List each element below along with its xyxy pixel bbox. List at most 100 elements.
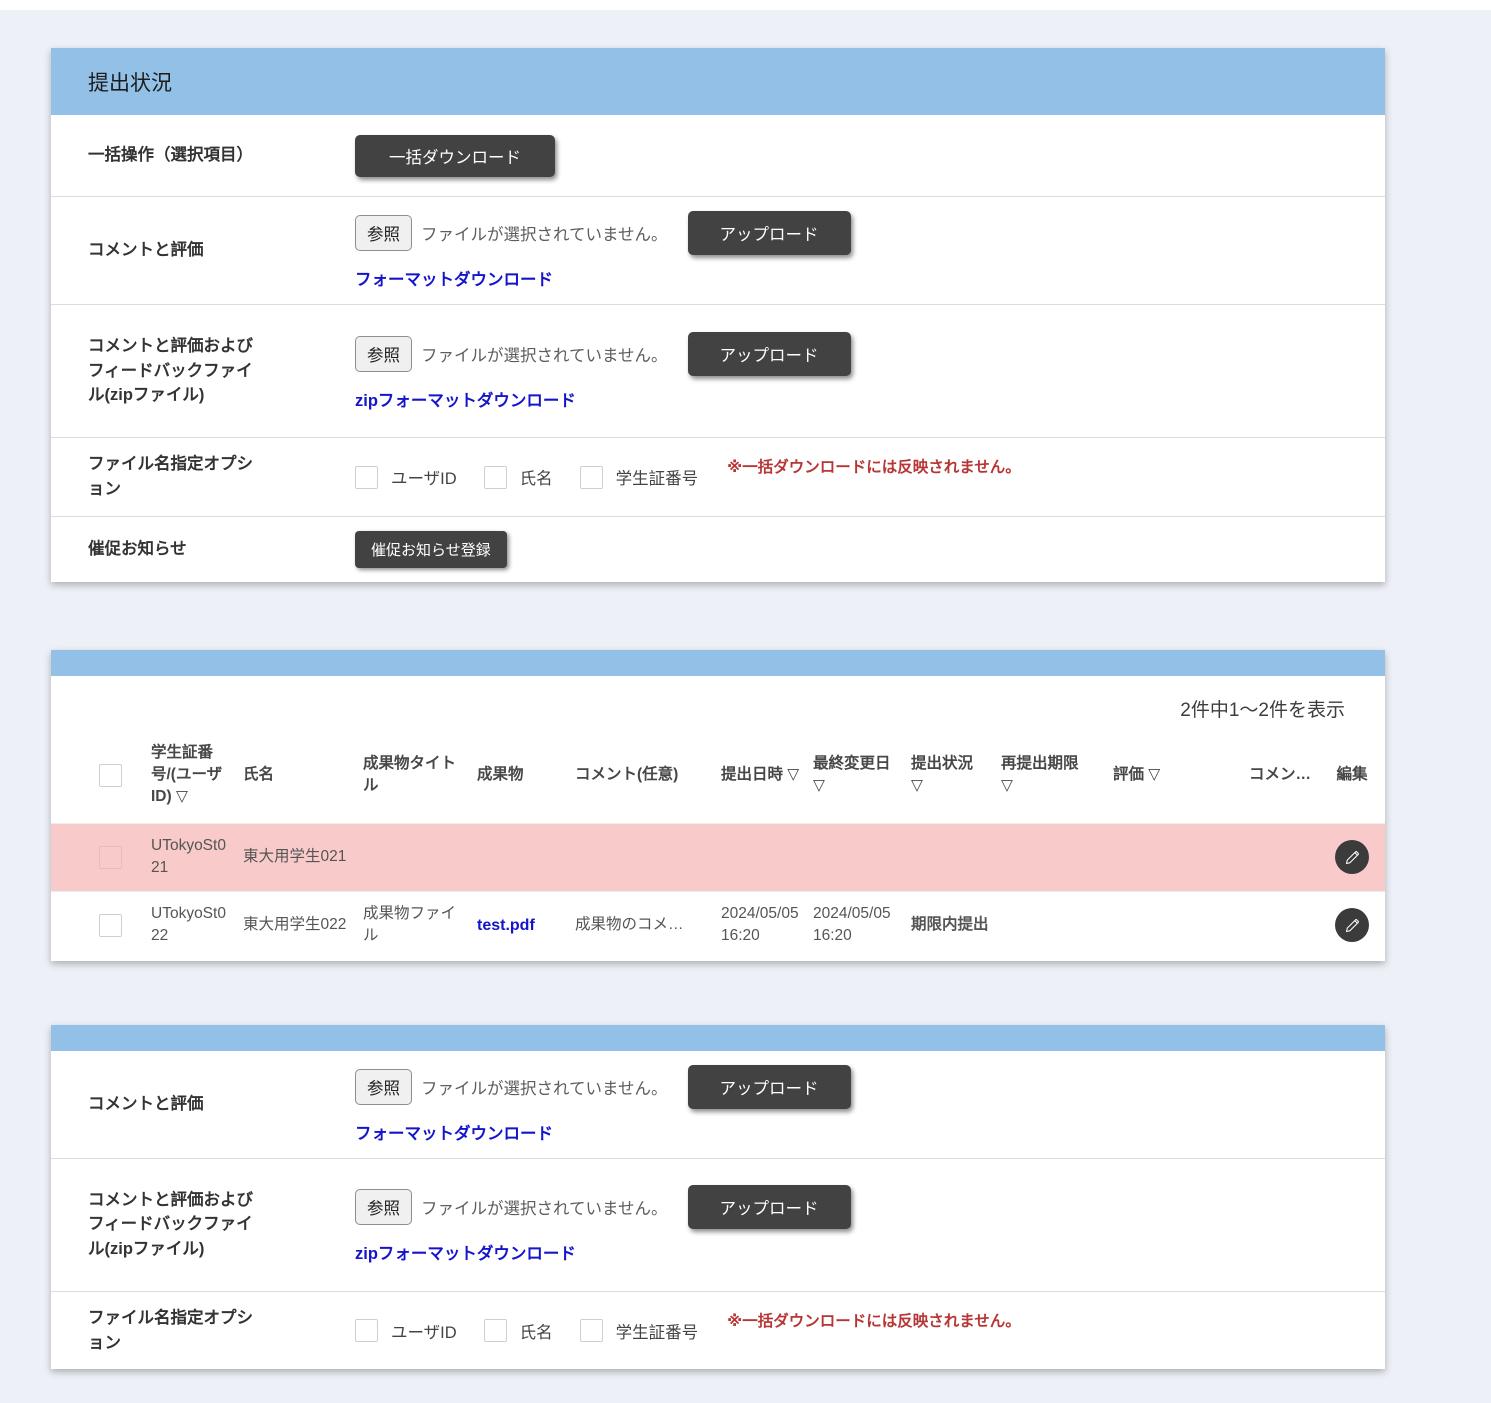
comment-evaluation-label: コメントと評価 — [88, 1092, 355, 1117]
no-file-selected-text: ファイルが選択されていません。 — [421, 1075, 668, 1099]
column-header-submitted-at[interactable]: 提出日時 ▽ — [715, 728, 807, 824]
result-count: 2件中1〜2件を表示 — [51, 676, 1385, 722]
form-row-filename-options: ファイル名指定オプション ユーザID 氏名 学生証番号 ※一括ダウンロードには反映され… — [51, 437, 1385, 516]
cell-resubmit-deadline — [995, 823, 1095, 891]
no-file-selected-text: ファイルが選択されていません。 — [421, 342, 668, 366]
no-file-selected-text: ファイルが選択されていません。 — [421, 221, 668, 245]
column-header-work: 成果物 — [471, 728, 569, 824]
cell-comment: 成果物のコメ… — [569, 891, 715, 958]
bulk-download-note: ※一括ダウンロードには反映されません。 — [727, 1313, 1021, 1330]
bottom-panel-header-bar — [51, 1025, 1385, 1051]
student-number-checkbox-label: 学生証番号 — [616, 470, 699, 488]
form-row-reminder: 催促お知らせ 催促お知らせ登録 — [51, 516, 1385, 582]
cell-grade — [1095, 823, 1191, 891]
cell-work-title — [357, 823, 471, 891]
column-header-student-id[interactable]: 学生証番号/(ユーザID) ▽ — [145, 728, 237, 824]
column-header-work-title: 成果物タイトル — [357, 728, 471, 824]
upload-button[interactable]: アップロード — [688, 211, 851, 255]
form-row-zip-feedback: コメントと評価およびフィードバックファイル(zipファイル) 参照 ファイルが選… — [51, 304, 1385, 437]
name-checkbox[interactable] — [484, 466, 507, 489]
cell-work — [471, 823, 569, 891]
reminder-label: 催促お知らせ — [88, 537, 355, 562]
column-header-status[interactable]: 提出状況 ▽ — [905, 728, 995, 824]
column-header-name: 氏名 — [237, 728, 357, 824]
submissions-table: 学生証番号/(ユーザID) ▽ 氏名 成果物タイトル 成果物 コメント(任意) … — [51, 728, 1385, 959]
cell-resubmit-deadline — [995, 891, 1095, 958]
browse-button[interactable]: 参照 — [355, 1189, 412, 1225]
cell-modified-at: 2024/05/05 16:20 — [807, 891, 905, 958]
student-number-checkbox[interactable] — [580, 1319, 603, 1342]
reminder-register-button[interactable]: 催促お知らせ登録 — [355, 531, 507, 568]
comment-upload-panel: コメントと評価 参照 ファイルが選択されていません。 アップロード フォーマット… — [51, 1025, 1385, 1370]
pencil-icon — [1344, 849, 1361, 866]
user-id-checkbox-label: ユーザID — [391, 1324, 457, 1342]
submission-status-panel: 提出状況 一括操作（選択項目） 一括ダウンロード コメントと評価 参照 ファイル… — [51, 48, 1385, 582]
form-row-zip-feedback: コメントと評価およびフィードバックファイル(zipファイル) 参照 ファイルが選… — [51, 1158, 1385, 1291]
browse-button[interactable]: 参照 — [355, 336, 412, 372]
cell-submitted-at: 2024/05/05 16:20 — [715, 891, 807, 958]
user-id-checkbox[interactable] — [355, 466, 378, 489]
name-checkbox-label: 氏名 — [520, 470, 553, 488]
select-all-checkbox[interactable] — [99, 764, 122, 787]
form-row-comment-evaluation: コメントと評価 参照 ファイルが選択されていません。 アップロード フォーマット… — [51, 1051, 1385, 1158]
column-header-resubmit-deadline[interactable]: 再提出期限 ▽ — [995, 728, 1095, 824]
edit-button[interactable] — [1335, 840, 1369, 874]
edit-button[interactable] — [1335, 908, 1369, 942]
form-row-filename-options: ファイル名指定オプション ユーザID 氏名 学生証番号 ※一括ダウンロードには反映され… — [51, 1291, 1385, 1370]
submitted-file-link[interactable]: test.pdf — [477, 917, 535, 934]
zip-feedback-label: コメントと評価およびフィードバックファイル(zipファイル) — [88, 1188, 355, 1262]
column-header-grade[interactable]: 評価 ▽ — [1095, 728, 1191, 824]
pencil-icon — [1344, 917, 1361, 934]
row-checkbox — [99, 846, 122, 869]
row-checkbox[interactable] — [99, 914, 122, 937]
format-download-link[interactable]: フォーマットダウンロード — [355, 266, 553, 290]
table-row: UTokyoSt021 東大用学生021 — [51, 823, 1385, 891]
user-id-checkbox[interactable] — [355, 1319, 378, 1342]
student-number-checkbox[interactable] — [580, 466, 603, 489]
upload-button[interactable]: アップロード — [688, 1065, 851, 1109]
cell-comment — [569, 823, 715, 891]
zip-format-download-link[interactable]: zipフォーマットダウンロード — [355, 1240, 576, 1264]
cell-student-id: UTokyoSt022 — [145, 891, 237, 958]
top-bar — [0, 0, 1491, 10]
bulk-download-note: ※一括ダウンロードには反映されません。 — [727, 459, 1021, 476]
cell-grade — [1095, 891, 1191, 958]
no-file-selected-text: ファイルが選択されていません。 — [421, 1195, 668, 1219]
cell-name: 東大用学生022 — [237, 891, 357, 958]
panel-title: 提出状況 — [51, 48, 1385, 115]
zip-format-download-link[interactable]: zipフォーマットダウンロード — [355, 387, 576, 411]
column-header-comment: コメント(任意) — [569, 728, 715, 824]
cell-submitted-at — [715, 823, 807, 891]
column-header-comment-short: コメン… — [1191, 728, 1319, 824]
filename-options-label: ファイル名指定オプション — [88, 452, 355, 502]
form-row-comment-evaluation: コメントと評価 参照 ファイルが選択されていません。 アップロード フォーマット… — [51, 196, 1385, 304]
browse-button[interactable]: 参照 — [355, 215, 412, 251]
column-header-modified-at[interactable]: 最終変更日 ▽ — [807, 728, 905, 824]
cell-comment-short — [1191, 891, 1319, 958]
upload-button[interactable]: アップロード — [688, 332, 851, 376]
user-id-checkbox-label: ユーザID — [391, 470, 457, 488]
bulk-download-button[interactable]: 一括ダウンロード — [355, 135, 555, 177]
bulk-operation-label: 一括操作（選択項目） — [88, 143, 355, 168]
zip-feedback-label: コメントと評価およびフィードバックファイル(zipファイル) — [88, 334, 355, 408]
upload-button[interactable]: アップロード — [688, 1185, 851, 1229]
cell-student-id: UTokyoSt021 — [145, 823, 237, 891]
cell-comment-short — [1191, 823, 1319, 891]
cell-work-title: 成果物ファイル — [357, 891, 471, 958]
table-panel-header-bar — [51, 650, 1385, 676]
comment-evaluation-label: コメントと評価 — [88, 238, 355, 263]
filename-options-label: ファイル名指定オプション — [88, 1306, 355, 1356]
name-checkbox[interactable] — [484, 1319, 507, 1342]
cell-modified-at — [807, 823, 905, 891]
cell-name: 東大用学生021 — [237, 823, 357, 891]
submissions-table-panel: 2件中1〜2件を表示 学生証番号/(ユーザID) ▽ 氏名 成果物タイトル 成果… — [51, 650, 1385, 961]
table-header-row: 学生証番号/(ユーザID) ▽ 氏名 成果物タイトル 成果物 コメント(任意) … — [51, 728, 1385, 824]
format-download-link[interactable]: フォーマットダウンロード — [355, 1120, 553, 1144]
cell-status: 期限内提出 — [905, 891, 995, 958]
cell-work: test.pdf — [471, 891, 569, 958]
browse-button[interactable]: 参照 — [355, 1069, 412, 1105]
student-number-checkbox-label: 学生証番号 — [616, 1324, 699, 1342]
name-checkbox-label: 氏名 — [520, 1324, 553, 1342]
form-row-bulk-operation: 一括操作（選択項目） 一括ダウンロード — [51, 115, 1385, 196]
cell-status — [905, 823, 995, 891]
